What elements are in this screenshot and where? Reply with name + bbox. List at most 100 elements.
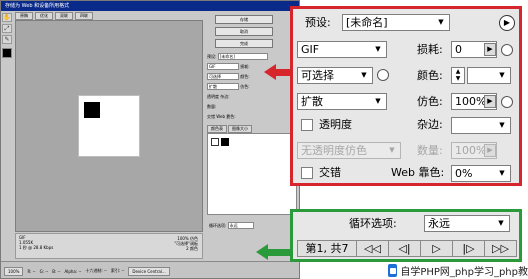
play-icon[interactable]: ▷ — [420, 240, 453, 257]
colors-select[interactable]: ▼ — [467, 67, 511, 84]
status-g: G: -- — [39, 268, 49, 274]
mini-save-button[interactable]: 存储 — [215, 15, 273, 24]
mini-interlace-row: 交错 Web 靠色: — [207, 113, 236, 120]
loop-select[interactable]: 永远 ▼ — [424, 215, 510, 232]
format-select[interactable]: GIF ▼ — [297, 41, 387, 58]
mini-done-button[interactable]: 完成 — [215, 39, 273, 48]
tab-original[interactable]: 原稿 — [15, 12, 33, 20]
next-frame-icon[interactable]: |▷ — [452, 240, 485, 257]
watermark-text: 自学PHP网_php学习_php教 — [400, 267, 528, 278]
amount-label: 数量: — [417, 144, 443, 157]
mini-matte-label: 杂边: — [220, 94, 230, 99]
color-reduction-select[interactable]: 可选择 ▼ — [297, 67, 373, 84]
device-central-button[interactable]: Device Central... — [128, 266, 170, 276]
interlaced-label: 交错 — [319, 166, 341, 179]
transparency-dither-value: 无透明度仿色 — [301, 144, 367, 157]
dither-algorithm-value: 扩散 — [301, 95, 323, 108]
mini-settings-column: 存储 取消 完成 预设: [未命名] GIF 损耗: 可选择 颜色: 扩散 仿色… — [207, 15, 299, 259]
lossy-mask-icon[interactable] — [501, 44, 513, 56]
lossy-slider-arrow-icon[interactable]: ▶ — [484, 43, 496, 56]
tab-image-size[interactable]: 图像大小 — [228, 125, 252, 133]
view-tabs: 原稿 优化 双联 四联 — [15, 12, 93, 20]
color-swatch-black[interactable] — [221, 138, 229, 146]
colors-stepper[interactable]: ▲ ▼ — [451, 67, 465, 84]
mini-dither-label: 仿色: — [240, 84, 250, 89]
mini-preset-select[interactable]: [未命名] — [217, 53, 268, 60]
settings-menu-icon[interactable]: ▶ — [499, 15, 515, 31]
tab-2-up[interactable]: 双联 — [55, 12, 73, 20]
zoom-select[interactable]: 100% — [4, 266, 24, 276]
previous-frame-icon[interactable]: ◁| — [388, 240, 421, 257]
hand-tool-icon[interactable]: ✋ — [2, 13, 12, 22]
mini-format-select[interactable]: GIF — [207, 63, 239, 70]
chevron-down-icon: ▼ — [499, 169, 505, 177]
loop-label: 循环选项: — [349, 217, 397, 230]
black-square — [84, 102, 100, 118]
mini-cancel-button[interactable]: 取消 — [215, 27, 273, 36]
status-b: B: -- — [52, 268, 61, 274]
chevron-down-icon: ▼ — [361, 71, 367, 79]
eyedropper-color-swatch[interactable] — [2, 48, 12, 58]
interlaced-checkbox[interactable] — [301, 167, 313, 179]
loop-value: 永远 — [428, 217, 450, 230]
info-speed: 1 秒 @ 28.8 Kbps — [19, 245, 54, 250]
tab-color-table[interactable]: 颜色表 — [207, 125, 227, 133]
first-frame-icon[interactable]: ◁◁ — [356, 240, 389, 257]
chevron-down-icon: ▼ — [375, 97, 381, 105]
mini-preset-label: 预设: — [207, 54, 217, 59]
dither-label: 仿色: — [417, 95, 443, 108]
eyedropper-tool-icon[interactable]: ✎ — [2, 35, 12, 44]
status-alpha: Alpha: -- — [64, 268, 82, 274]
preview-info: GIF 1.055K 1 秒 @ 28.8 Kbps 100% 仿色 "可选择"… — [15, 233, 203, 259]
tab-4-up[interactable]: 四联 — [75, 12, 93, 20]
preset-select[interactable]: [未命名] ▼ — [342, 14, 450, 31]
animation-panel: 循环选项: 永远 ▼ 第1, 共7 ◁◁ ◁| ▷ |▷ ▷▷ — [290, 209, 522, 262]
status-index: 索引: -- — [110, 268, 125, 273]
dither-mask-icon[interactable] — [501, 96, 513, 108]
optimization-settings-panel: 预设: [未命名] ▼ ▶ GIF ▼ 损耗: 0 ▶ 可选择 ▼ 颜色: ▲ ▼… — [290, 6, 522, 186]
amount-input[interactable]: 100% ▶ — [451, 142, 497, 159]
site-logo-icon — [388, 264, 398, 277]
mini-loop-select[interactable]: 永远 — [227, 222, 254, 229]
mini-colors-label: 颜色: — [240, 74, 250, 79]
chevron-down-icon: ▼ — [498, 219, 504, 227]
preset-value: [未命名] — [346, 16, 388, 29]
dither-slider-arrow-icon[interactable]: ▶ — [484, 95, 496, 108]
reduction-mask-icon[interactable] — [377, 69, 389, 81]
matte-select[interactable]: ▼ — [451, 117, 511, 134]
mini-reduction-select[interactable]: 可选择 — [207, 73, 239, 80]
save-for-web-dialog: 存储为 Web 和设备所用格式 原稿 优化 双联 四联 ✋ ⤢ ✎ GIF 1.… — [0, 0, 300, 279]
transparency-checkbox[interactable] — [301, 119, 313, 131]
mini-format-row: GIF 损耗: — [207, 63, 250, 70]
dither-input[interactable]: 100% ▶ — [451, 93, 497, 110]
dither-value: 100% — [455, 95, 487, 108]
preview-image — [78, 95, 140, 157]
chevron-down-icon: ▼ — [389, 146, 395, 154]
mini-palette-tabs: 颜色表 图像大小 — [207, 125, 252, 133]
site-watermark: 自学PHP网_php学习_php教 — [386, 262, 528, 279]
last-frame-icon[interactable]: ▷▷ — [484, 240, 517, 257]
mini-loop-row: 循环选项: 永远 — [207, 220, 299, 246]
matte-label: 杂边: — [417, 118, 443, 131]
dither-algorithm-select[interactable]: 扩散 ▼ — [297, 93, 387, 110]
web-snap-label: Web 靠色: — [391, 166, 445, 179]
dialog-titlebar: 存储为 Web 和设备所用格式 — [1, 1, 299, 11]
amount-slider-arrow-icon[interactable]: ▶ — [484, 144, 496, 157]
chevron-down-icon: ▼ — [499, 71, 505, 79]
amount-value: 100% — [455, 144, 487, 157]
status-r: R: -- — [27, 268, 36, 274]
lossy-label: 损耗: — [417, 43, 443, 56]
preview-canvas[interactable] — [15, 20, 203, 232]
chevron-down-icon: ▼ — [375, 45, 381, 53]
transparency-dither-select[interactable]: 无透明度仿色 ▼ — [297, 142, 401, 159]
mini-color-table — [207, 133, 297, 215]
frame-status: 第1, 共7 — [297, 240, 357, 257]
mini-dither-select[interactable]: 扩散 — [207, 83, 239, 90]
color-swatch-white[interactable] — [211, 138, 219, 146]
zoom-tool-icon[interactable]: ⤢ — [2, 24, 12, 33]
format-value: GIF — [301, 43, 320, 56]
status-bar: 100% R: -- G: -- B: -- Alpha: -- 十六进制: -… — [1, 261, 299, 278]
lossy-input[interactable]: 0 ▶ — [451, 41, 497, 58]
web-snap-input[interactable]: 0% ▼ — [451, 165, 511, 182]
tab-optimized[interactable]: 优化 — [35, 12, 53, 20]
